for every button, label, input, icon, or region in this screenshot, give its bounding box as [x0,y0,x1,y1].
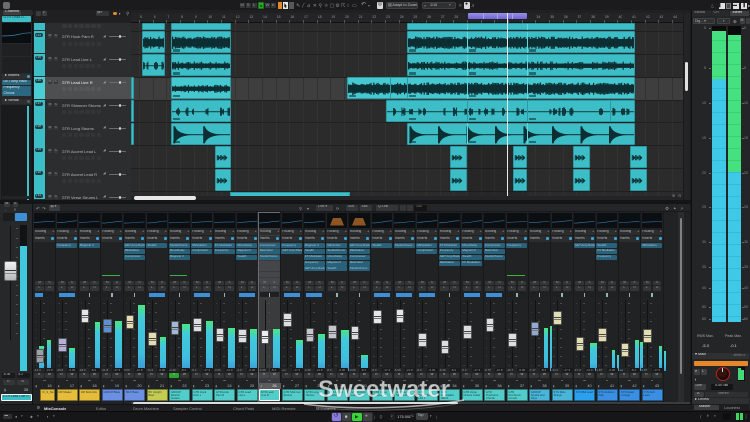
svg-text:Sweetwater: Sweetwater [318,376,450,403]
